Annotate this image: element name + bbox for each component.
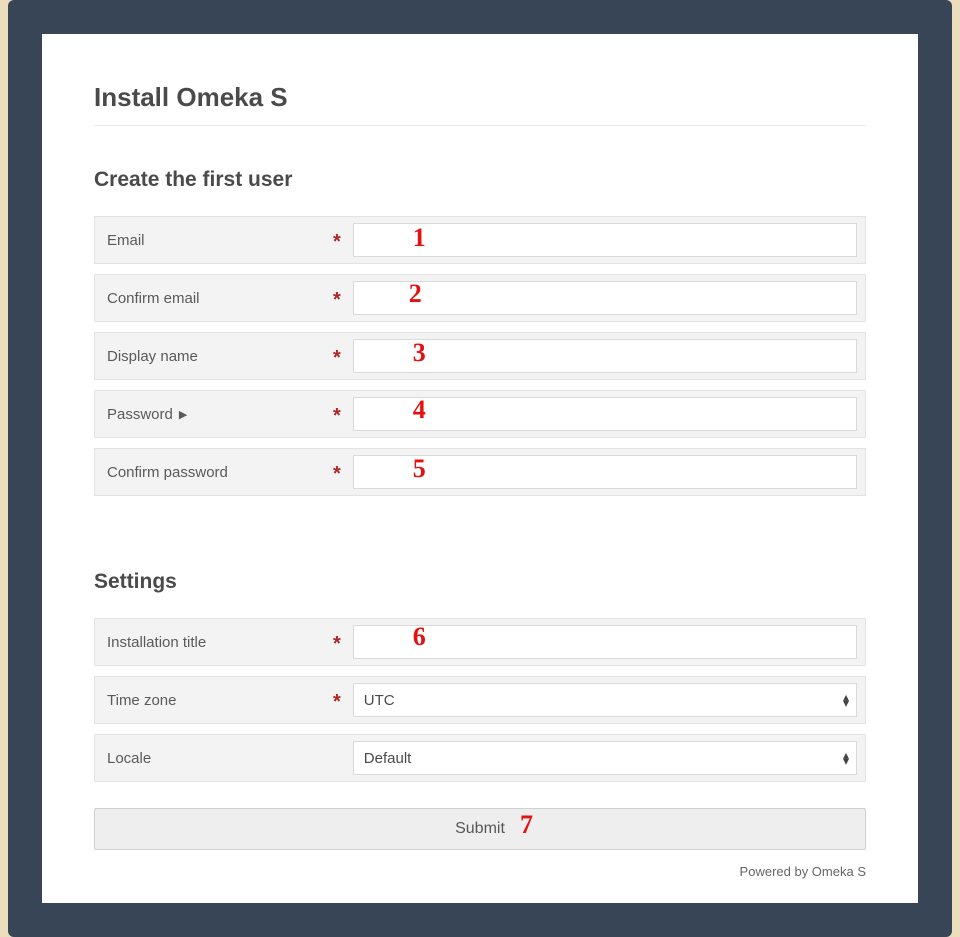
locale-select[interactable]: Default xyxy=(353,741,857,775)
window-frame: Install Omeka S Create the first user Em… xyxy=(8,0,952,937)
label-confirm-email: Confirm email xyxy=(107,290,200,307)
label-email: Email xyxy=(107,232,145,249)
display-name-input[interactable] xyxy=(353,339,857,373)
required-icon: * xyxy=(333,625,341,659)
label-install-title: Installation title xyxy=(107,634,206,651)
required-icon: * xyxy=(333,223,341,257)
label-locale: Locale xyxy=(107,750,151,767)
field-install-title: Installation title * 6 xyxy=(94,618,866,666)
install-title-input[interactable] xyxy=(353,625,857,659)
field-password: Password ▶ * 4 xyxy=(94,390,866,438)
field-email: Email * 1 xyxy=(94,216,866,264)
confirm-password-input[interactable] xyxy=(353,455,857,489)
email-input[interactable] xyxy=(353,223,857,257)
label-time-zone: Time zone xyxy=(107,692,176,709)
required-icon: * xyxy=(333,339,341,373)
field-confirm-password: Confirm password * 5 xyxy=(94,448,866,496)
field-time-zone: Time zone * UTC ▴▾ xyxy=(94,676,866,724)
field-display-name: Display name * 3 xyxy=(94,332,866,380)
install-page: Install Omeka S Create the first user Em… xyxy=(42,34,918,903)
footer-text: Powered by Omeka S xyxy=(94,864,866,879)
required-icon: * xyxy=(333,397,341,431)
password-input[interactable] xyxy=(353,397,857,431)
field-confirm-email: Confirm email * 2 xyxy=(94,274,866,322)
password-expand-icon[interactable]: ▶ xyxy=(179,408,187,421)
time-zone-select[interactable]: UTC xyxy=(353,683,857,717)
label-display-name: Display name xyxy=(107,348,198,365)
required-icon: * xyxy=(333,281,341,315)
submit-button[interactable]: Submit xyxy=(94,808,866,850)
confirm-email-input[interactable] xyxy=(353,281,857,315)
section-heading-settings: Settings xyxy=(94,570,866,594)
required-icon: * xyxy=(333,455,341,489)
required-icon: * xyxy=(333,683,341,717)
page-title: Install Omeka S xyxy=(94,82,866,126)
label-confirm-password: Confirm password xyxy=(107,464,228,481)
label-password: Password xyxy=(107,406,173,423)
section-heading-user: Create the first user xyxy=(94,168,866,192)
field-locale: Locale * Default ▴▾ xyxy=(94,734,866,782)
